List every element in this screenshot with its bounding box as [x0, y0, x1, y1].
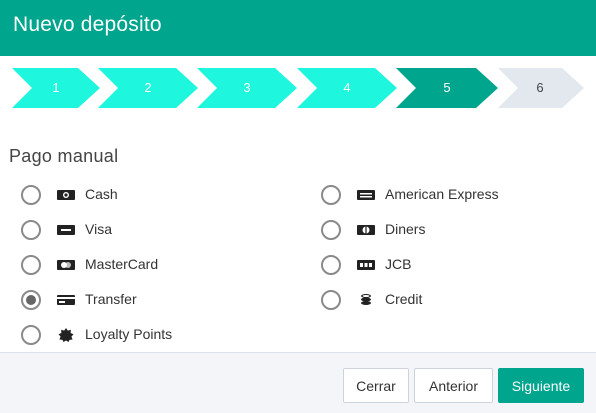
payment-option-label: Credit [385, 291, 423, 307]
payment-option-label: MasterCard [85, 256, 159, 272]
coins-icon [357, 293, 375, 307]
loyalty-badge-icon [57, 328, 75, 342]
close-button[interactable]: Cerrar [343, 368, 409, 403]
diners-card-icon [357, 223, 375, 237]
cash-icon [57, 188, 75, 202]
payment-option-visa[interactable]: Visa [21, 217, 281, 241]
section-title: Pago manual [9, 146, 119, 166]
step-label: 4 [343, 80, 351, 95]
payment-option-loyalty-points[interactable]: Loyalty Points [21, 322, 281, 346]
mastercard-icon [57, 258, 75, 272]
transfer-card-icon [57, 293, 75, 307]
radio-button[interactable] [21, 220, 41, 240]
step-label: 3 [243, 80, 251, 95]
payment-option-label: American Express [385, 186, 499, 202]
step-label: 6 [536, 80, 544, 95]
modal-header: Nuevo depósito [0, 0, 596, 56]
next-button[interactable]: Siguiente [498, 368, 584, 403]
step-label: 5 [443, 80, 451, 95]
radio-button[interactable] [21, 255, 41, 275]
radio-button[interactable] [321, 220, 341, 240]
payment-option-transfer[interactable]: Transfer [21, 287, 281, 311]
radio-button[interactable] [321, 290, 341, 310]
payment-option-credit[interactable]: Credit [321, 287, 581, 311]
step-5-active[interactable]: 5 [396, 68, 498, 108]
payment-option-label: Cash [85, 186, 118, 202]
step-label: 2 [144, 80, 152, 95]
jcb-card-icon [357, 258, 375, 272]
payment-option-label: Diners [385, 221, 426, 237]
payment-option-cash[interactable]: Cash [21, 182, 281, 206]
payment-option-diners[interactable]: Diners [321, 217, 581, 241]
step-2[interactable]: 2 [98, 68, 198, 108]
payment-option-jcb[interactable]: JCB [321, 252, 581, 276]
radio-button[interactable] [21, 325, 41, 345]
modal-title: Nuevo depósito [13, 13, 162, 36]
radio-button[interactable] [321, 255, 341, 275]
payment-option-label: Loyalty Points [85, 326, 173, 342]
previous-button[interactable]: Anterior [414, 368, 493, 403]
wizard-stepper: 1 2 3 4 5 6 [12, 68, 584, 108]
step-1[interactable]: 1 [12, 68, 100, 108]
payment-option-american-express[interactable]: American Express [321, 182, 581, 206]
payment-option-label: JCB [385, 256, 412, 272]
radio-button-selected[interactable] [21, 290, 41, 310]
step-3[interactable]: 3 [197, 68, 297, 108]
step-4[interactable]: 4 [297, 68, 397, 108]
amex-card-icon [357, 188, 375, 202]
radio-button[interactable] [21, 185, 41, 205]
step-label: 1 [52, 80, 60, 95]
step-6[interactable]: 6 [498, 68, 584, 108]
payment-option-label: Transfer [85, 291, 137, 307]
payment-option-mastercard[interactable]: MasterCard [21, 252, 281, 276]
modal-footer: Cerrar Anterior Siguiente [0, 352, 596, 413]
payment-option-label: Visa [85, 221, 112, 237]
visa-card-icon [57, 223, 75, 237]
radio-button[interactable] [321, 185, 341, 205]
